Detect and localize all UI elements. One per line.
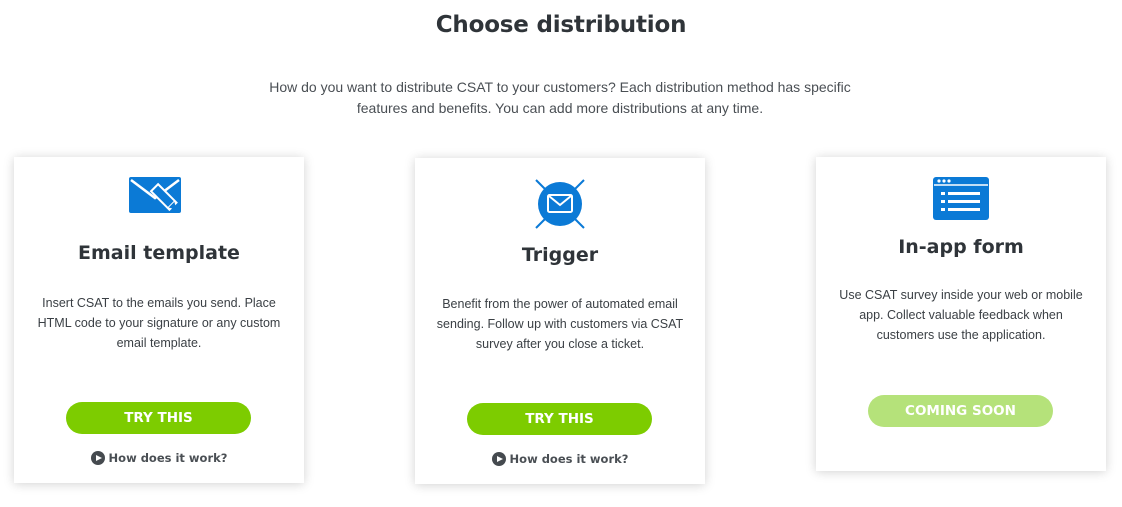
play-icon <box>90 451 105 465</box>
card-description: Benefit from the power of automated emai… <box>436 297 684 351</box>
try-this-button[interactable]: TRY THIS <box>66 402 251 434</box>
card-title: In-app form <box>898 236 1024 258</box>
page-title: Choose distribution <box>435 12 687 38</box>
how-link-label: How does it work? <box>509 452 629 466</box>
email-pencil-icon <box>128 176 190 230</box>
try-this-button[interactable]: TRY THIS <box>467 403 652 435</box>
how-does-it-work-link[interactable]: How does it work? <box>14 451 304 465</box>
how-link-label: How does it work? <box>108 451 228 465</box>
page-subtitle: How do you want to distribute CSAT to yo… <box>269 79 851 116</box>
play-icon <box>491 452 506 466</box>
trigger-envelope-icon <box>532 176 588 232</box>
browser-form-icon <box>932 176 990 221</box>
distribution-page: Choose distribution How do you want to d… <box>0 0 1122 507</box>
card-description: Use CSAT survey inside your web or mobil… <box>839 288 1083 342</box>
card-title: Trigger <box>521 244 599 266</box>
how-does-it-work-link[interactable]: How does it work? <box>415 452 705 466</box>
card-description: Insert CSAT to the emails you send. Plac… <box>37 296 281 350</box>
coming-soon-button: COMING SOON <box>868 395 1053 427</box>
card-title: Email template <box>78 242 240 264</box>
card-trigger: Trigger Benefit from the power of automa… <box>415 158 705 484</box>
card-in-app-form: In-app form Use CSAT survey inside your … <box>816 157 1106 471</box>
card-email-template: Email template Insert CSAT to the emails… <box>14 157 304 483</box>
